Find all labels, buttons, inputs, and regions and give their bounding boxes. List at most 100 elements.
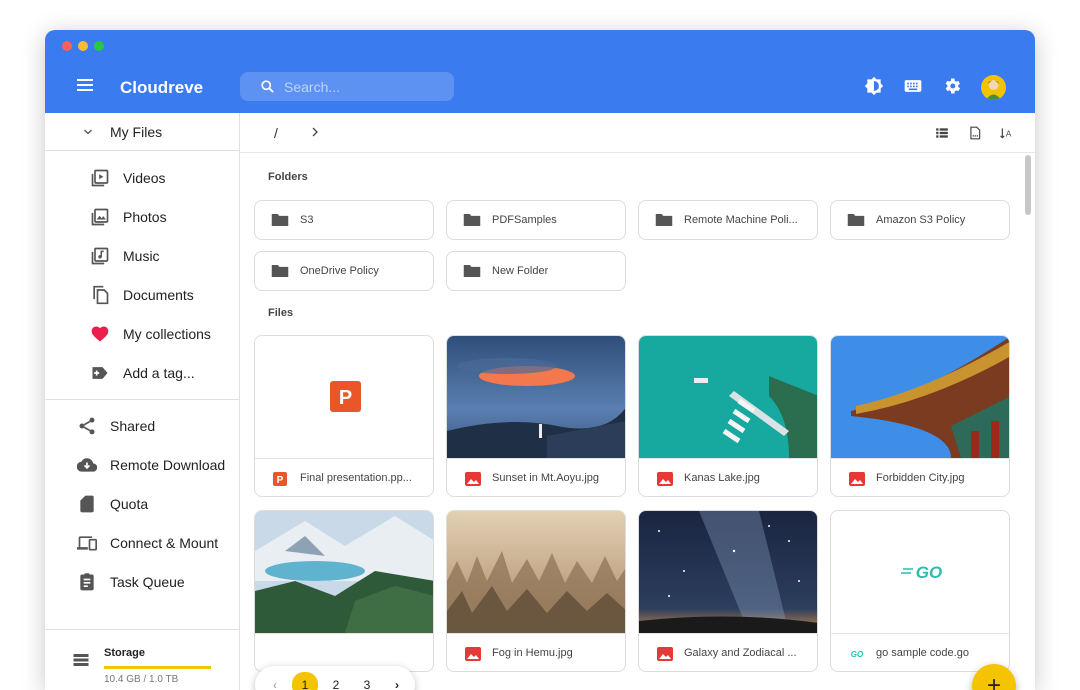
svg-text:P: P (339, 387, 352, 409)
file-caption: Fog in Hemu.jpg (447, 633, 625, 671)
mountain-lake-photo (255, 511, 433, 633)
file-caption: P Final presentation.pp... (255, 458, 433, 496)
scrollbar-thumb[interactable] (1025, 155, 1031, 215)
assignment-icon (80, 573, 94, 591)
folder-item[interactable]: Remote Machine Poli... (638, 200, 818, 240)
sunset-photo (447, 336, 625, 458)
app-bar: Cloudreve (45, 30, 1035, 113)
file-properties-icon[interactable] (968, 126, 982, 140)
settings-icon[interactable] (942, 76, 962, 96)
sidebar-item-label: My collections (123, 326, 211, 342)
cloud-download-icon (77, 458, 97, 472)
sd-card-icon (80, 495, 94, 513)
sort-icon[interactable]: A (1000, 126, 1014, 140)
sidebar-item-add-tag[interactable]: Add a tag... (45, 355, 239, 391)
svg-text:GO: GO (916, 563, 942, 582)
sidebar-item-label: Videos (123, 170, 166, 186)
sidebar-item-music[interactable]: Music (45, 238, 239, 274)
file-thumbnail: GO (831, 511, 1009, 633)
documents-icon (93, 285, 109, 305)
sidebar-item-label: Photos (123, 209, 167, 225)
file-thumbnail (255, 511, 433, 633)
ppt-thumbnail-icon: P (255, 336, 433, 458)
file-card[interactable]: Forbidden City.jpg (830, 335, 1010, 497)
add-tag-icon (92, 367, 108, 379)
app-window: Cloudreve My Files Videos Photos Music (45, 30, 1035, 690)
sidebar-item-shared[interactable]: Shared (45, 408, 239, 444)
file-card[interactable]: Fog in Hemu.jpg (446, 510, 626, 672)
avatar[interactable] (981, 75, 1006, 100)
music-library-icon (91, 247, 109, 265)
share-icon (79, 417, 95, 435)
file-caption: Kanas Lake.jpg (639, 458, 817, 496)
storage-label: Storage (104, 647, 145, 659)
folder-item[interactable]: S3 (254, 200, 434, 240)
folders-heading: Folders (268, 171, 308, 183)
image-file-icon (849, 472, 865, 486)
svg-text:A: A (1006, 130, 1012, 139)
image-file-icon (657, 472, 673, 486)
folder-name: OneDrive Policy (300, 265, 379, 277)
folder-item[interactable]: PDFSamples (446, 200, 626, 240)
file-name: go sample code.go (876, 647, 969, 659)
file-card[interactable]: P P Final presentation.pp... (254, 335, 434, 497)
file-name: Galaxy and Zodiacal ... (684, 647, 797, 659)
kanas-lake-photo (639, 336, 817, 458)
folder-name: Amazon S3 Policy (876, 214, 966, 226)
folder-icon (655, 214, 673, 226)
path-root[interactable]: / (274, 125, 278, 141)
file-caption: Sunset in Mt.Aoyu.jpg (447, 458, 625, 496)
sidebar-item-label: Connect & Mount (110, 535, 219, 551)
storage-progress (104, 666, 211, 669)
file-browser: / A Folders S3 PDFSamples Remote Machine… (240, 113, 1035, 690)
file-card[interactable] (254, 510, 434, 672)
sidebar-divider (45, 399, 239, 400)
galaxy-photo (639, 511, 817, 633)
file-card[interactable]: Sunset in Mt.Aoyu.jpg (446, 335, 626, 497)
sidebar-item-remote-download[interactable]: Remote Download (45, 447, 239, 483)
sidebar-item-quota[interactable]: Quota (45, 486, 239, 522)
file-card[interactable]: Galaxy and Zodiacal ... (638, 510, 818, 672)
file-name: Kanas Lake.jpg (684, 472, 760, 484)
sidebar-item-my-files[interactable]: My Files (45, 113, 239, 151)
search-box[interactable] (240, 72, 454, 101)
chevron-right-icon[interactable] (309, 126, 321, 138)
sidebar-item-label: Shared (110, 418, 156, 434)
list-view-icon[interactable] (935, 126, 949, 140)
page-button-3[interactable]: 3 (355, 674, 379, 690)
photo-library-icon (91, 208, 109, 226)
file-caption: Galaxy and Zodiacal ... (639, 633, 817, 671)
forbidden-city-photo (831, 336, 1009, 458)
folder-icon (271, 265, 289, 277)
search-input[interactable] (284, 77, 444, 96)
folder-item[interactable]: Amazon S3 Policy (830, 200, 1010, 240)
keyboard-icon[interactable] (903, 76, 923, 96)
window-maximize-dot[interactable] (94, 41, 104, 51)
sidebar-item-connect-mount[interactable]: Connect & Mount (45, 525, 239, 561)
folder-icon (271, 214, 289, 226)
sidebar-item-task-queue[interactable]: Task Queue (45, 564, 239, 600)
sidebar-item-label: Music (123, 248, 160, 264)
theme-icon[interactable] (864, 76, 884, 96)
window-close-dot[interactable] (62, 41, 72, 51)
prev-page-button[interactable]: ‹ (263, 674, 287, 690)
page-button-2[interactable]: 2 (324, 674, 348, 690)
foggy-forest-photo (447, 511, 625, 633)
sidebar-item-my-collections[interactable]: My collections (45, 316, 239, 352)
sidebar-item-videos[interactable]: Videos (45, 160, 239, 196)
sidebar-item-label: My Files (110, 124, 163, 140)
window-minimize-dot[interactable] (78, 41, 88, 51)
next-page-button[interactable]: › (385, 674, 409, 690)
sidebar-item-label: Add a tag... (123, 365, 195, 381)
folder-item[interactable]: New Folder (446, 251, 626, 291)
menu-icon[interactable] (77, 79, 93, 91)
folder-item[interactable]: OneDrive Policy (254, 251, 434, 291)
page-button-1[interactable]: 1 (292, 672, 318, 690)
file-card[interactable]: GO GO go sample code.go (830, 510, 1010, 672)
image-file-icon (465, 647, 481, 661)
file-card[interactable]: Kanas Lake.jpg (638, 335, 818, 497)
sidebar-item-documents[interactable]: Documents (45, 277, 239, 313)
video-library-icon (91, 169, 109, 187)
sidebar-item-photos[interactable]: Photos (45, 199, 239, 235)
ppt-file-icon: P (273, 472, 287, 486)
